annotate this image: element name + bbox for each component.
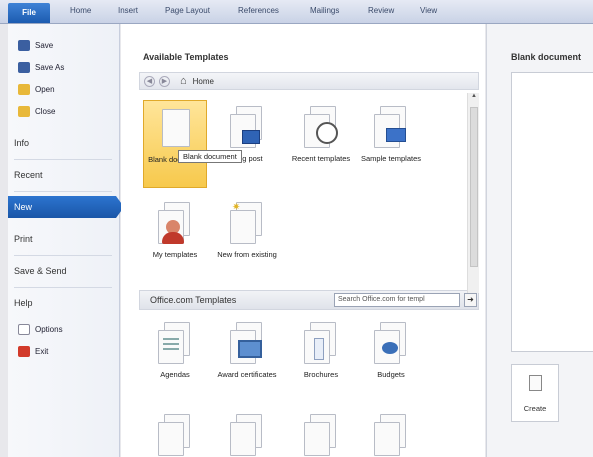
template-label: Recent templates — [291, 154, 351, 163]
calendar-template-icon — [230, 414, 264, 457]
nav-save-as-label: Save As — [35, 62, 65, 72]
scrollbar-thumb[interactable] — [470, 107, 478, 267]
template-partial[interactable] — [215, 414, 279, 457]
blank-document-tooltip: Blank document — [178, 150, 242, 163]
template-award-certificates[interactable]: Award certificates — [215, 322, 279, 380]
options-icon — [18, 323, 30, 335]
nav-exit-label: Exit — [35, 346, 49, 356]
template-label: New from existing — [217, 250, 277, 259]
nav-item-recent[interactable]: Recent — [8, 164, 120, 186]
tab-view[interactable]: View — [420, 6, 437, 15]
template-brochures[interactable]: Brochures — [289, 322, 353, 380]
template-label: Agendas — [160, 370, 190, 379]
nav-options[interactable]: Options — [18, 322, 63, 336]
nav-close-label: Close — [35, 106, 56, 116]
nav-item-new[interactable]: New — [8, 196, 124, 218]
nav-close[interactable]: Close — [18, 104, 55, 118]
calendar-template-icon — [158, 414, 192, 457]
search-go-button[interactable]: ➜ — [464, 293, 477, 307]
create-button[interactable]: Create — [511, 364, 559, 422]
budgets-icon — [374, 322, 408, 366]
nav-item-info[interactable]: Info — [8, 132, 120, 154]
tab-home[interactable]: Home — [70, 6, 91, 15]
exit-icon — [18, 345, 30, 357]
office-templates-heading: Office.com Templates — [150, 295, 237, 305]
brochures-icon — [304, 322, 338, 366]
recent-templates-icon — [304, 106, 338, 150]
nav-save-label: Save — [35, 40, 54, 50]
sample-templates-icon — [374, 106, 408, 150]
tab-page-layout[interactable]: Page Layout — [165, 6, 210, 15]
preview-title: Blank document — [511, 52, 582, 62]
template-label: Award certificates — [217, 370, 277, 379]
scroll-up-icon[interactable]: ▲ — [468, 93, 480, 103]
save-as-icon — [18, 61, 30, 73]
new-from-existing-icon: ✷ — [230, 202, 264, 246]
close-folder-icon — [18, 105, 30, 117]
template-partial[interactable] — [143, 414, 207, 457]
blog-post-icon — [230, 106, 264, 150]
agendas-icon — [158, 322, 192, 366]
nav-options-label: Options — [35, 324, 63, 334]
nav-divider — [14, 287, 112, 288]
template-partial[interactable] — [359, 414, 423, 457]
template-recent-templates[interactable]: Recent templates — [289, 106, 353, 164]
nav-exit[interactable]: Exit — [18, 344, 48, 358]
template-label: Budgets — [377, 370, 405, 379]
template-label: Sample templates — [360, 154, 422, 163]
home-icon[interactable]: ⌂ — [180, 75, 187, 87]
document-preview — [511, 72, 593, 352]
nav-item-help[interactable]: Help — [8, 292, 120, 314]
open-folder-icon — [18, 83, 30, 95]
document-icon — [529, 375, 542, 391]
tab-references[interactable]: References — [238, 6, 279, 15]
create-button-label: Create — [523, 404, 547, 413]
forward-arrow-icon[interactable]: ▶ — [159, 75, 170, 87]
breadcrumb: ◀ ▶ ⌂ Home — [139, 72, 479, 90]
nav-divider — [14, 255, 112, 256]
tab-insert[interactable]: Insert — [118, 6, 138, 15]
nav-item-save-send[interactable]: Save & Send — [8, 260, 120, 282]
template-sample-templates[interactable]: Sample templates — [359, 106, 423, 164]
template-partial[interactable] — [289, 414, 353, 457]
nav-save-as[interactable]: Save As — [18, 60, 64, 74]
blank-document-icon — [158, 107, 192, 151]
tab-mailings[interactable]: Mailings — [310, 6, 339, 15]
tab-file[interactable]: File — [8, 3, 50, 23]
template-agendas[interactable]: Agendas — [143, 322, 207, 380]
my-templates-icon — [158, 202, 192, 246]
template-blank-document[interactable]: Blank document — [143, 100, 207, 188]
nav-open-label: Open — [35, 84, 55, 94]
tab-review[interactable]: Review — [368, 6, 394, 15]
office-templates-bar: Office.com Templates Search Office.com f… — [139, 290, 479, 310]
pencil-document-icon — [304, 414, 338, 457]
available-templates-heading: Available Templates — [143, 52, 229, 62]
template-my-templates[interactable]: My templates — [143, 202, 207, 260]
template-budgets[interactable]: Budgets — [359, 322, 423, 380]
template-label: My templates — [152, 250, 198, 259]
templates-scrollbar[interactable]: ▲ — [467, 93, 479, 293]
star-document-icon — [374, 414, 408, 457]
template-new-from-existing[interactable]: ✷ New from existing — [215, 202, 279, 260]
ribbon-tab-bar: File Home Insert Page Layout References … — [0, 0, 593, 24]
nav-divider — [14, 191, 112, 192]
nav-save[interactable]: Save — [18, 38, 53, 52]
nav-open[interactable]: Open — [18, 82, 55, 96]
template-label: Brochures — [303, 370, 339, 379]
back-arrow-icon[interactable]: ◀ — [144, 75, 155, 87]
nav-item-print[interactable]: Print — [8, 228, 120, 250]
available-templates-panel: Available Templates ◀ ▶ ⌂ Home Blank doc… — [121, 24, 485, 457]
preview-pane: Blank document Create — [486, 24, 593, 457]
breadcrumb-home[interactable]: Home — [193, 77, 214, 86]
award-certificates-icon — [230, 322, 264, 366]
nav-divider — [14, 159, 112, 160]
office-search-input[interactable]: Search Office.com for templ — [334, 293, 460, 307]
save-icon — [18, 39, 30, 51]
backstage-nav: Save Save As Open Close Info Recent New … — [8, 24, 124, 457]
